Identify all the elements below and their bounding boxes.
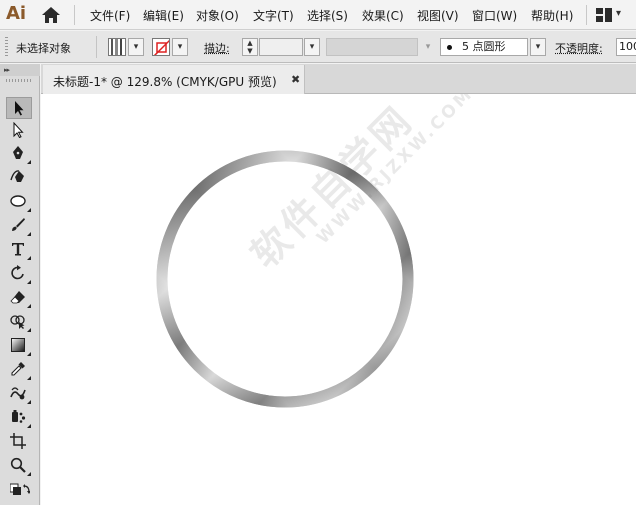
zoom-icon (10, 457, 26, 473)
direct-selection-tool[interactable] (6, 120, 32, 142)
blend-tool[interactable] (6, 383, 32, 405)
menu-divider (586, 5, 587, 25)
menu-type[interactable]: 文字(T) (253, 7, 294, 24)
tool-group-indicator (27, 352, 31, 356)
gradient-tool[interactable] (6, 335, 32, 357)
close-icon[interactable]: ✖ (291, 73, 300, 86)
default-fill-stroke-icon (10, 483, 30, 495)
shape-builder-tool[interactable] (6, 311, 32, 333)
chevron-down-icon: ▾ (309, 42, 315, 52)
stroke-weight-stepper[interactable]: ▲ ▼ (242, 38, 258, 56)
pen-icon (13, 146, 23, 159)
artboard-canvas[interactable]: 软件自学网 WWW.RJZXW.COM (41, 94, 636, 505)
menu-select[interactable]: 选择(S) (307, 7, 348, 24)
opacity-label[interactable]: 不透明度: (555, 40, 603, 56)
variable-width-profile[interactable] (326, 38, 418, 56)
blend-icon (10, 387, 26, 400)
paintbrush-tool[interactable] (6, 215, 32, 237)
menu-bar: Ai 文件(F) 编辑(E) 对象(O) 文字(T) 选择(S) 效果(C) 视… (0, 0, 636, 30)
tool-group-indicator (27, 376, 31, 380)
selection-arrow-icon (15, 101, 24, 116)
symbol-sprayer-icon (12, 410, 26, 423)
stroke-dropdown[interactable]: ▾ (172, 38, 188, 56)
symbol-sprayer-tool[interactable] (6, 407, 32, 429)
tool-group-indicator (27, 256, 31, 260)
type-tool[interactable] (6, 239, 32, 261)
paintbrush-icon (12, 218, 25, 231)
stroke-weight-dropdown[interactable]: ▾ (304, 38, 320, 56)
artboard-icon (10, 433, 26, 449)
zoom-tool[interactable] (6, 455, 32, 477)
gradient-icon (11, 338, 25, 352)
brush-dropdown[interactable]: ▾ (530, 38, 546, 56)
tool-group-indicator (27, 424, 31, 428)
brush-definition[interactable]: 5 点圆形 (440, 38, 528, 56)
panel-grip[interactable] (6, 79, 32, 82)
document-tab-strip: 未标题-1* @ 129.8% (CMYK/GPU 预览) ✖ (41, 64, 636, 94)
selection-status: 未选择对象 (16, 42, 71, 55)
menu-view[interactable]: 视图(V) (417, 7, 459, 24)
rotate-tool[interactable] (6, 263, 32, 285)
tool-group-indicator (27, 160, 31, 164)
shape-builder-icon (10, 315, 25, 329)
type-icon (12, 243, 24, 256)
tool-group-indicator (27, 472, 31, 476)
pen-tool[interactable] (6, 143, 32, 165)
direct-selection-icon (13, 122, 24, 138)
menu-file[interactable]: 文件(F) (90, 7, 130, 24)
opacity-input[interactable]: 100 (616, 38, 636, 56)
stroke-weight-label[interactable]: 描边: (204, 40, 230, 56)
tool-group-indicator (27, 232, 31, 236)
eraser-icon (10, 291, 25, 304)
chevron-down-icon[interactable]: ▾ (616, 8, 621, 19)
menu-window[interactable]: 窗口(W) (472, 7, 517, 24)
none-stroke-icon (153, 39, 169, 55)
tool-group-indicator (27, 400, 31, 404)
ellipse-tool[interactable] (6, 191, 32, 213)
eyedropper-tool[interactable] (6, 359, 32, 381)
eyedropper-icon (11, 362, 25, 376)
stroke-weight-input[interactable] (259, 38, 303, 56)
chevron-down-icon[interactable]: ▾ (420, 38, 436, 56)
app-logo: Ai (6, 3, 27, 24)
menu-edit[interactable]: 编辑(E) (143, 7, 184, 24)
stroke-swatch[interactable] (152, 38, 170, 56)
tool-group-indicator (27, 208, 31, 212)
curvature-pen-icon (10, 170, 24, 182)
menu-object[interactable]: 对象(O) (196, 7, 239, 24)
fill-stroke-swap[interactable] (6, 480, 32, 502)
control-bar: 未选择对象 ▾ ▾ 描边: ▲▼ ▾ ▾ 5 点圆形 ▾ 不透明度: 100 (0, 31, 636, 63)
menu-divider (74, 5, 75, 25)
home-icon[interactable] (41, 6, 61, 24)
chevron-down-icon: ▾ (177, 42, 183, 52)
fill-dropdown[interactable]: ▾ (128, 38, 144, 56)
selection-tool[interactable] (6, 97, 32, 119)
divider (96, 36, 97, 58)
eraser-tool[interactable] (6, 287, 32, 309)
tool-group-indicator (27, 328, 31, 332)
brush-dot-icon (447, 44, 452, 50)
artboard-tool[interactable] (6, 431, 32, 453)
ellipse-icon (10, 195, 26, 207)
tool-group-indicator (27, 304, 31, 308)
panel-grip[interactable] (5, 37, 8, 57)
workspace-layout-icon[interactable] (596, 8, 612, 22)
curvature-tool[interactable] (6, 166, 32, 188)
menu-help[interactable]: 帮助(H) (531, 7, 573, 24)
document-tab[interactable]: 未标题-1* @ 129.8% (CMYK/GPU 预览) ✖ (43, 65, 305, 94)
panel-collapse-icon[interactable]: ▸▸ (0, 64, 40, 76)
tools-panel: ▸▸ (0, 64, 40, 505)
chevron-down-icon: ▾ (535, 42, 541, 52)
tool-group-indicator (27, 280, 31, 284)
rotate-icon (11, 265, 24, 280)
fill-swatch[interactable] (108, 38, 126, 56)
document-title: 未标题-1* @ 129.8% (CMYK/GPU 预览) (53, 75, 277, 89)
chevron-down-icon: ▾ (133, 42, 139, 52)
menu-effect[interactable]: 效果(C) (362, 7, 404, 24)
